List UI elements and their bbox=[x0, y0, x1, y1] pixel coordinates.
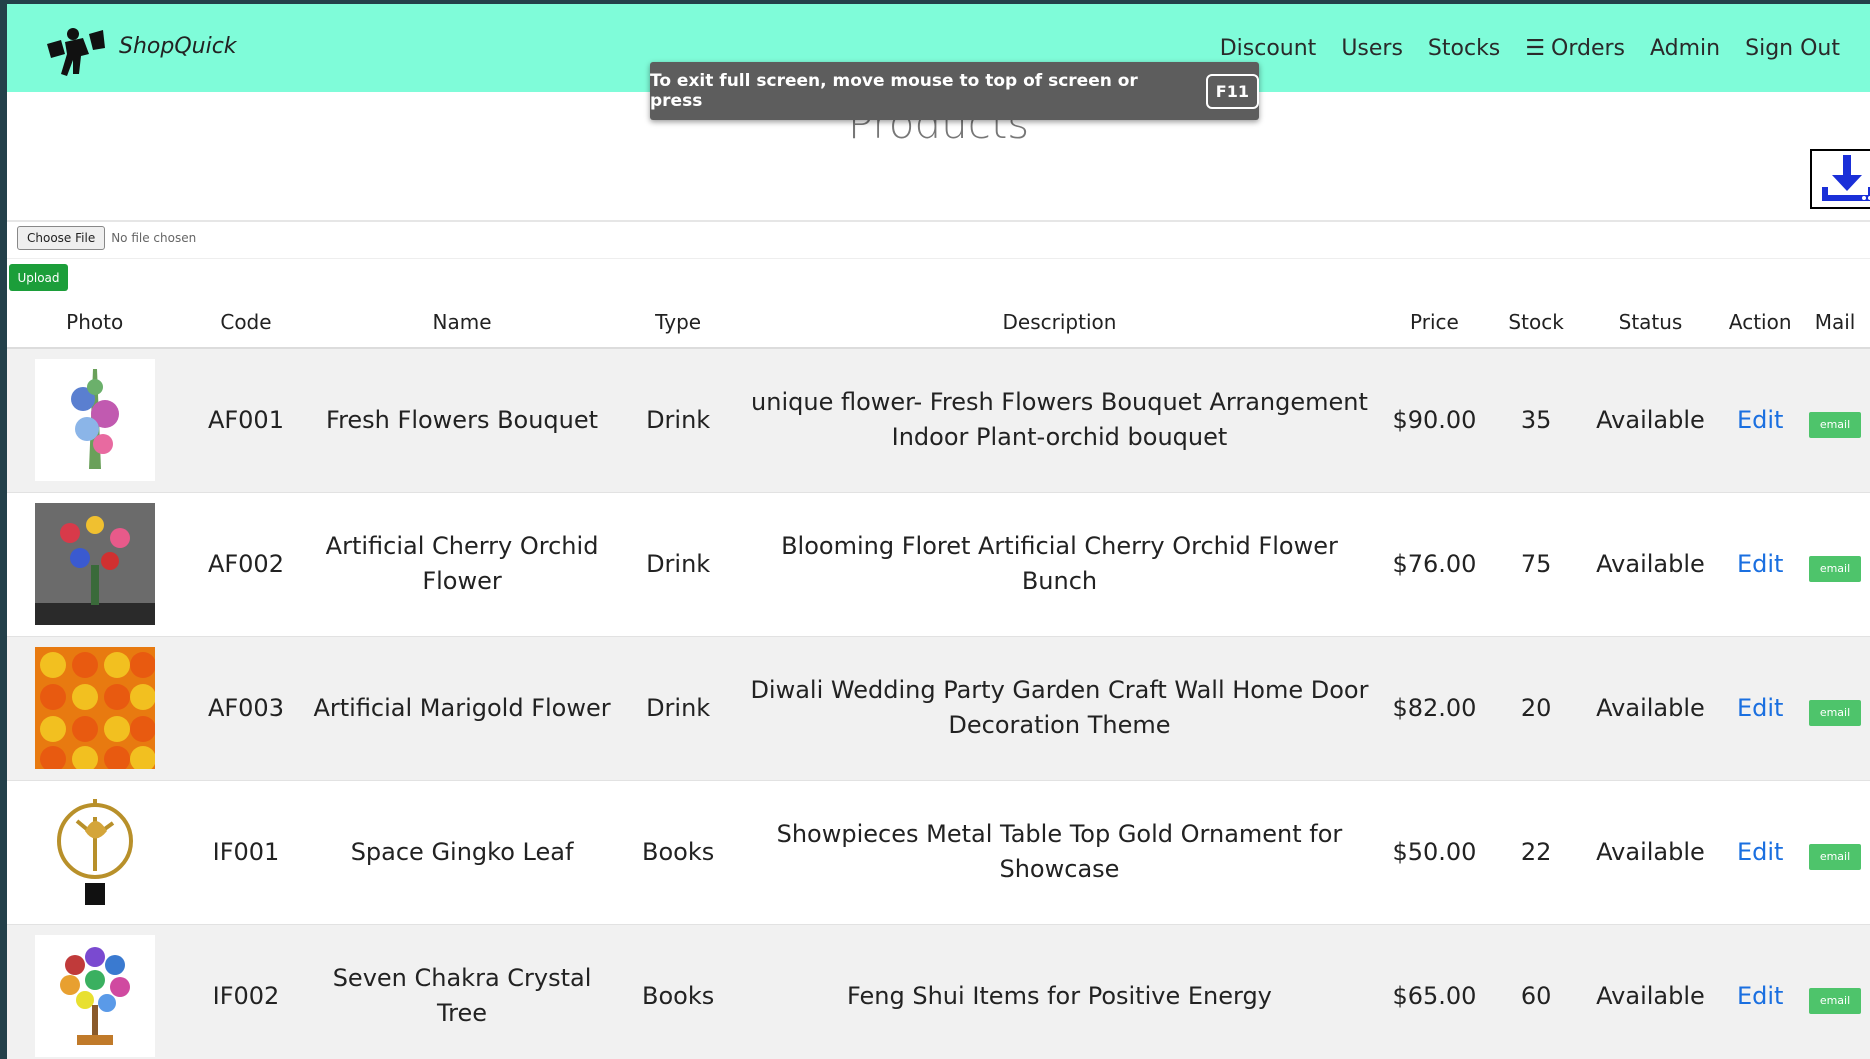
product-status: Available bbox=[1596, 549, 1705, 578]
product-stock: 22 bbox=[1520, 837, 1552, 866]
product-stock: 75 bbox=[1520, 549, 1552, 578]
product-description: unique flower- Fresh Flowers Bouquet Arr… bbox=[751, 388, 1368, 452]
edit-link[interactable]: Edit bbox=[1737, 406, 1783, 434]
file-status: No file chosen bbox=[111, 231, 197, 245]
product-code: IF001 bbox=[212, 837, 280, 866]
email-button[interactable]: email bbox=[1808, 843, 1862, 870]
table-row: AF002 Artificial Cherry Orchid Flower Dr… bbox=[7, 492, 1870, 636]
nav-sign-out[interactable]: Sign Out bbox=[1745, 36, 1840, 61]
nav-stocks[interactable]: Stocks bbox=[1428, 36, 1500, 61]
product-code: AF002 bbox=[207, 549, 284, 578]
list-icon: ☰ bbox=[1525, 36, 1546, 61]
product-code: IF002 bbox=[212, 981, 280, 1010]
product-price: $50.00 bbox=[1392, 837, 1477, 866]
edit-link[interactable]: Edit bbox=[1737, 982, 1783, 1010]
product-table: Photo Code Name Type Description Price S… bbox=[7, 296, 1870, 1059]
brand-name: ShopQuick bbox=[119, 33, 237, 59]
product-description: Showpieces Metal Table Top Gold Ornament… bbox=[776, 820, 1343, 883]
header-photo: Photo bbox=[7, 296, 183, 349]
file-input-row: Choose File No file chosen bbox=[17, 226, 196, 250]
nav-orders[interactable]: ☰ Orders bbox=[1525, 36, 1625, 61]
product-type: Drink bbox=[646, 693, 711, 722]
fullscreen-toast: To exit full screen, move mouse to top o… bbox=[650, 62, 1259, 120]
product-price: $90.00 bbox=[1392, 405, 1477, 434]
product-stock: 60 bbox=[1520, 981, 1552, 1010]
table-row: AF003 Artificial Marigold Flower Drink D… bbox=[7, 636, 1870, 780]
header-mail: Mail bbox=[1800, 296, 1870, 349]
fullscreen-key: F11 bbox=[1205, 73, 1259, 109]
product-photo bbox=[7, 492, 182, 636]
table-row: IF001 Space Gingko Leaf Books Showpieces… bbox=[7, 780, 1870, 924]
product-description: Feng Shui Items for Positive Energy bbox=[847, 981, 1272, 1010]
table-row: IF002 Seven Chakra Crystal Tree Books Fe… bbox=[7, 924, 1870, 1059]
nav-links: Discount Users Stocks ☰ Orders Admin Sig… bbox=[1220, 36, 1840, 61]
brand[interactable]: ShopQuick bbox=[39, 26, 237, 86]
product-code: AF003 bbox=[207, 693, 284, 722]
product-status: Available bbox=[1596, 693, 1705, 722]
download-button[interactable] bbox=[1810, 149, 1870, 209]
product-stock: 20 bbox=[1520, 693, 1552, 722]
product-type: Drink bbox=[646, 549, 711, 578]
choose-file-button[interactable]: Choose File bbox=[17, 226, 106, 250]
product-name: Fresh Flowers Bouquet bbox=[326, 405, 599, 434]
product-name: Space Gingko Leaf bbox=[350, 837, 574, 866]
upload-button[interactable]: Upload bbox=[9, 264, 68, 291]
product-price: $65.00 bbox=[1392, 981, 1477, 1010]
header-stock: Stock bbox=[1491, 296, 1581, 349]
nav-admin[interactable]: Admin bbox=[1650, 36, 1720, 61]
header-description: Description bbox=[741, 296, 1378, 349]
nav-users[interactable]: Users bbox=[1341, 36, 1403, 61]
product-name: Artificial Cherry Orchid Flower bbox=[325, 532, 599, 595]
divider bbox=[7, 258, 1870, 259]
product-price: $76.00 bbox=[1392, 549, 1477, 578]
product-status: Available bbox=[1596, 981, 1705, 1010]
email-button[interactable]: email bbox=[1808, 555, 1862, 582]
product-type: Drink bbox=[646, 405, 711, 434]
product-name: Seven Chakra Crystal Tree bbox=[332, 964, 592, 1027]
product-description: Blooming Floret Artificial Cherry Orchid… bbox=[781, 532, 1338, 595]
product-type: Books bbox=[642, 837, 715, 866]
header-name: Name bbox=[309, 296, 615, 349]
product-price: $82.00 bbox=[1392, 693, 1477, 722]
product-description: Diwali Wedding Party Garden Craft Wall H… bbox=[750, 676, 1369, 739]
divider bbox=[7, 220, 1870, 222]
email-button[interactable]: email bbox=[1808, 987, 1862, 1014]
product-type: Books bbox=[642, 981, 715, 1010]
product-photo bbox=[7, 780, 182, 924]
table-row: AF001 Fresh Flowers Bouquet Drink unique… bbox=[7, 348, 1870, 492]
email-button[interactable]: email bbox=[1808, 411, 1862, 438]
product-stock: 35 bbox=[1520, 405, 1552, 434]
fullscreen-toast-message: To exit full screen, move mouse to top o… bbox=[650, 71, 1138, 111]
product-name: Artificial Marigold Flower bbox=[313, 693, 611, 722]
nav-discount[interactable]: Discount bbox=[1220, 36, 1317, 61]
product-status: Available bbox=[1596, 405, 1705, 434]
download-icon bbox=[1822, 155, 1870, 201]
product-photo bbox=[7, 636, 182, 780]
product-code: AF001 bbox=[207, 405, 284, 434]
header-action: Action bbox=[1720, 296, 1801, 349]
header-status: Status bbox=[1580, 296, 1721, 349]
edit-link[interactable]: Edit bbox=[1737, 838, 1783, 866]
browser-viewport: ShopQuick Discount Users Stocks ☰ Orders… bbox=[7, 4, 1870, 1059]
header-code: Code bbox=[182, 296, 310, 349]
header-type: Type bbox=[614, 296, 742, 349]
product-photo bbox=[7, 348, 182, 492]
product-photo bbox=[7, 924, 182, 1059]
nav-orders-label: Orders bbox=[1551, 36, 1625, 61]
edit-link[interactable]: Edit bbox=[1737, 550, 1783, 578]
header-price: Price bbox=[1377, 296, 1492, 349]
product-status: Available bbox=[1596, 837, 1705, 866]
shopper-logo-icon bbox=[39, 24, 111, 88]
table-header-row: Photo Code Name Type Description Price S… bbox=[7, 296, 1870, 349]
email-button[interactable]: email bbox=[1808, 699, 1862, 726]
edit-link[interactable]: Edit bbox=[1737, 694, 1783, 722]
